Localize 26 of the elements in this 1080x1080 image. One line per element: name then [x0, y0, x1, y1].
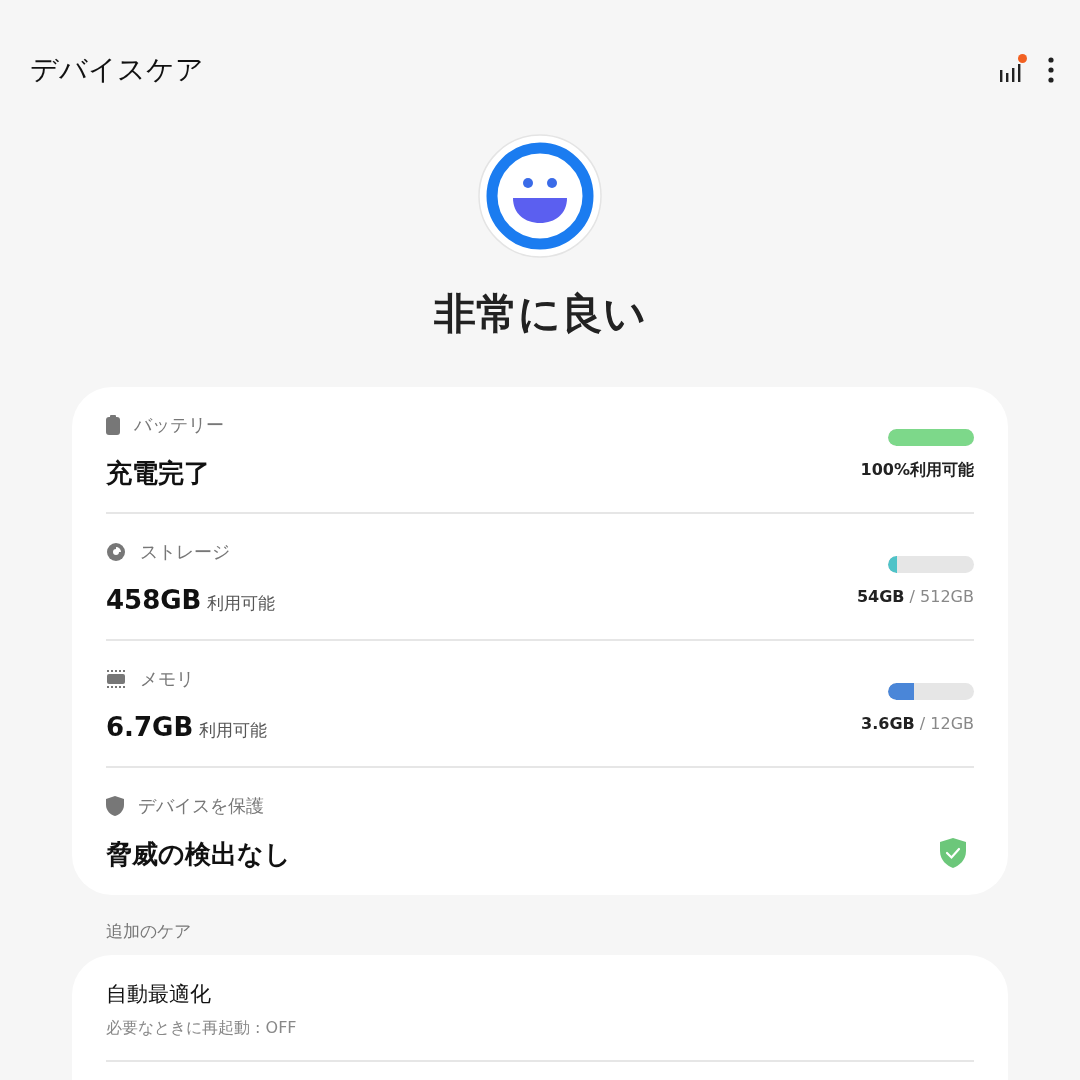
- usage-reading: 100%利用可能: [860, 459, 974, 481]
- item-value: 脅威の検出なし: [106, 838, 291, 871]
- item-label: デバイスを保護: [138, 794, 264, 818]
- usage-reading: 3.6GB / 12GB: [861, 713, 974, 735]
- item-label: メモリ: [140, 667, 194, 691]
- item-value: 6.7GB: [106, 711, 194, 744]
- shield-icon: [106, 795, 124, 816]
- smiley-face-icon: [478, 134, 602, 258]
- item-label: ストレージ: [140, 540, 230, 564]
- list-item-title: 自動最適化: [106, 980, 212, 1008]
- pie-chart-icon: [106, 541, 126, 562]
- usage-reading: 54GB / 512GB: [856, 586, 974, 608]
- list-item[interactable]: 自動最適化 必要なときに再起動 : OFF: [106, 978, 974, 1062]
- section-heading: 追加のケア: [106, 920, 192, 943]
- more-options-icon[interactable]: [1048, 57, 1054, 83]
- item-unit: 利用可能: [207, 592, 276, 615]
- item-value: 充電完了: [106, 457, 210, 490]
- status-heading: 非常に良い: [434, 288, 646, 340]
- page-title: デバイスケア: [30, 52, 204, 88]
- item-label: バッテリー: [134, 413, 224, 437]
- chip-icon: [106, 669, 126, 688]
- item-value: 458GB: [106, 584, 202, 617]
- shield-check-icon: [940, 838, 966, 868]
- list-item-subtitle: 必要なときに再起動 : OFF: [106, 1017, 298, 1039]
- item-unit: 利用可能: [199, 719, 268, 742]
- battery-icon: [106, 414, 120, 435]
